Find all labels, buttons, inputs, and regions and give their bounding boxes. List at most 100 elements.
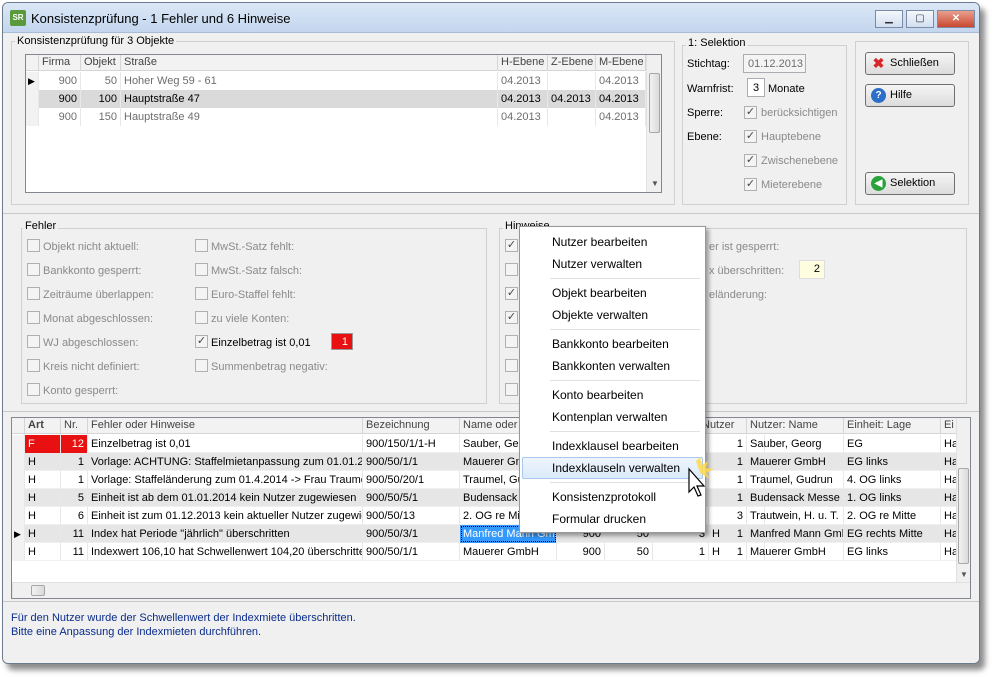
objects-scroll-thumb[interactable] — [649, 73, 660, 133]
results-hscroll-thumb[interactable] — [31, 585, 45, 596]
hinweis-checkbox-5[interactable] — [505, 335, 518, 348]
divider — [3, 411, 979, 412]
hauptebene-checkbox[interactable]: ✓ — [744, 130, 757, 143]
results-vscroll-thumb[interactable] — [958, 468, 969, 564]
fehler-checkbox[interactable] — [195, 311, 208, 324]
minimize-icon: ▁ — [885, 13, 893, 24]
hinweis-checkbox-2[interactable] — [505, 263, 518, 276]
results-row[interactable]: H 5 Einheit ist ab dem 01.01.2014 kein Nut… — [12, 489, 970, 507]
results-row[interactable]: H 6 Einheit ist zum 01.12.2013 kein aktuel… — [12, 507, 970, 525]
mieterebene-checkbox[interactable]: ✓ — [744, 178, 757, 191]
menu-item-konsistenzprotokoll[interactable]: Konsistenzprotokoll — [522, 486, 703, 508]
objects-cell-firma: 900 — [39, 108, 81, 126]
fehler-checkbox[interactable]: ✓ — [195, 335, 208, 348]
results-col-11[interactable]: Einheit: Lage — [844, 418, 941, 434]
sperre-checkbox[interactable]: ✓ — [744, 106, 757, 119]
objects-scrollbar[interactable]: ▼ — [646, 55, 661, 192]
fehler-checkbox[interactable] — [27, 263, 40, 276]
close-x-icon: ✖ — [872, 55, 885, 71]
objects-row[interactable]: 900 100 Hauptstraße 47 04.2013 04.2013 04.201… — [26, 90, 661, 108]
results-row[interactable]: F 12 Einzelbetrag ist 0,01 900/150/1/1-H Sau… — [12, 435, 970, 453]
results-col-2[interactable]: Fehler oder Hinweise — [88, 418, 363, 434]
fehler-checkbox[interactable] — [27, 335, 40, 348]
hinweis-checkbox-4[interactable]: ✓ — [505, 311, 518, 324]
results-row[interactable]: H 1 Vorlage: Staffeländerung zum 01.4.2014… — [12, 471, 970, 489]
hauptebene-label: Hauptebene — [761, 131, 821, 143]
results-cell-bez: 900/50/5/1 — [363, 489, 460, 507]
results-hscrollbar[interactable] — [12, 582, 970, 598]
fehler-checkbox[interactable] — [27, 383, 40, 396]
results-grid[interactable]: Art Nr. Fehler oder Hinweise Bezeichnung Nam… — [11, 417, 971, 599]
fehler-checkbox[interactable] — [195, 263, 208, 276]
objects-col-strasse[interactable]: Straße — [121, 55, 498, 71]
results-col-1[interactable]: Nr. — [61, 418, 88, 434]
scroll-down-icon[interactable]: ▼ — [651, 179, 659, 188]
menu-item-objekte-verwalten[interactable]: Objekte verwalten — [522, 304, 703, 326]
results-row[interactable]: H 11 Indexwert 106,10 hat Schwellenwert 10… — [12, 543, 970, 561]
minimize-button[interactable]: ▁ — [875, 10, 903, 28]
menu-item-kontenplan-verwalten[interactable]: Kontenplan verwalten — [522, 406, 703, 428]
menu-item-indexklauseln-verwalten[interactable]: Indexklauseln verwalten — [522, 457, 703, 479]
hinweis-checkbox-1[interactable]: ✓ — [505, 239, 518, 252]
results-cell-art: F — [25, 435, 61, 453]
row-pointer-icon — [26, 90, 39, 108]
objects-col-m-ebene[interactable]: M-Ebene — [596, 55, 646, 71]
selektion-button[interactable]: ◀ Selektion — [865, 172, 955, 195]
title-bar[interactable]: SR Konsistenzprüfung - 1 Fehler und 6 Hi… — [3, 3, 979, 33]
results-col-9[interactable]: Nutzer — [699, 418, 747, 434]
fehler-checkbox[interactable] — [195, 359, 208, 372]
menu-item-formular-drucken[interactable]: Formular drucken — [522, 508, 703, 530]
results-cell-nname: Mauerer GmbH — [747, 543, 844, 561]
fehler-checkbox[interactable] — [27, 239, 40, 252]
hinweis-checkbox-7[interactable] — [505, 383, 518, 396]
objects-row[interactable]: 900 150 Hauptstraße 49 04.2013 04.2013 — [26, 108, 661, 126]
results-cell-lage: EG links — [844, 453, 941, 471]
objects-cell-objekt: 100 — [81, 90, 121, 108]
menu-item-nutzer-bearbeiten[interactable]: Nutzer bearbeiten — [522, 231, 703, 253]
fehler-checkbox[interactable] — [195, 239, 208, 252]
results-cell-text: Vorlage: ACHTUNG: Staffelmietanpassung z… — [88, 453, 363, 471]
scroll-down-icon[interactable]: ▼ — [960, 570, 968, 579]
menu-item-konto-bearbeiten[interactable]: Konto bearbeiten — [522, 384, 703, 406]
checkmark-icon: ✓ — [745, 154, 756, 166]
fehler-checkbox[interactable] — [27, 287, 40, 300]
results-cell-art: H — [25, 543, 61, 561]
fehler-checkbox[interactable] — [27, 311, 40, 324]
results-col-3[interactable]: Bezeichnung — [363, 418, 460, 434]
objects-col-z-ebene[interactable]: Z-Ebene — [548, 55, 596, 71]
hilfe-button[interactable]: ? Hilfe — [865, 84, 955, 107]
menu-item-bankkonto-bearbeiten[interactable]: Bankkonto bearbeiten — [522, 333, 703, 355]
objects-col-firma[interactable]: Firma — [39, 55, 81, 71]
results-cell-nr: 5 — [61, 489, 88, 507]
hinweis-checkbox-3[interactable]: ✓ — [505, 287, 518, 300]
schliessen-button[interactable]: ✖ Schließen — [865, 52, 955, 75]
warnfrist-input[interactable]: 3 — [747, 78, 765, 97]
results-row[interactable]: H 1 Vorlage: ACHTUNG: Staffelmietanpassung… — [12, 453, 970, 471]
menu-item-nutzer-verwalten[interactable]: Nutzer verwalten — [522, 253, 703, 275]
menu-item-bankkonten-verwalten[interactable]: Bankkonten verwalten — [522, 355, 703, 377]
hinweis-checkbox-6[interactable] — [505, 359, 518, 372]
close-window-button[interactable]: ✕ — [937, 10, 975, 28]
menu-item-objekt-bearbeiten[interactable]: Objekt bearbeiten — [522, 282, 703, 304]
fehler-label: zu viele Konten: — [211, 313, 290, 325]
objects-cell-objekt: 50 — [81, 72, 121, 90]
results-cell-name[interactable]: Mauerer GmbH — [460, 543, 557, 561]
fehler-checkbox[interactable] — [27, 359, 40, 372]
checkmark-icon: ✓ — [745, 130, 756, 142]
objects-col-objekt[interactable]: Objekt — [81, 55, 121, 71]
results-col-0[interactable]: Art — [25, 418, 61, 434]
fehler-checkbox[interactable] — [195, 287, 208, 300]
stichtag-input[interactable]: 01.12.2013 — [743, 54, 806, 73]
menu-item-indexklausel-bearbeiten[interactable]: Indexklausel bearbeiten — [522, 435, 703, 457]
results-col-10[interactable]: Nutzer: Name — [747, 418, 844, 434]
results-vscrollbar[interactable]: ▼ — [956, 418, 970, 582]
objects-grid[interactable]: Firma Objekt Straße H-Ebene Z-Ebene M-Eb… — [25, 54, 662, 193]
results-row[interactable]: ▶ H 11 Index hat Periode "jährlich" übersch… — [12, 525, 970, 543]
results-cell-objekt: 50 — [605, 543, 653, 561]
results-cell-lage: EG — [844, 435, 941, 453]
zwischenebene-checkbox[interactable]: ✓ — [744, 154, 757, 167]
objects-row[interactable]: ▶ 900 50 Hoher Weg 59 - 61 04.2013 04.2013 — [26, 72, 661, 90]
results-cell-nr: 12 — [61, 435, 88, 453]
objects-col-h-ebene[interactable]: H-Ebene — [498, 55, 548, 71]
maximize-button[interactable]: ▢ — [906, 10, 934, 28]
